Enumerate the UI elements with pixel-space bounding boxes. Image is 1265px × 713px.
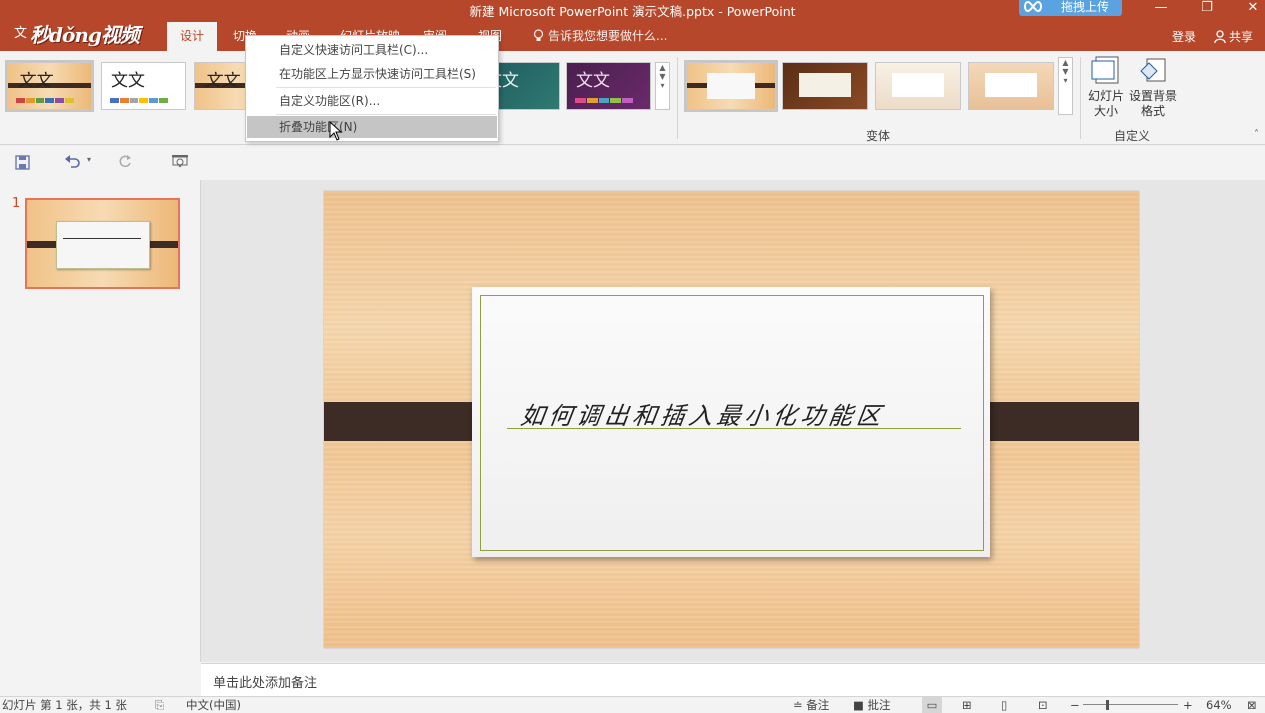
menu-separator: [276, 87, 496, 88]
format-background-button[interactable]: 设置背景格式: [1128, 55, 1178, 119]
title-bar: 新建 Microsoft PowerPoint 演示文稿.pptx - Powe…: [0, 0, 1265, 51]
variant-scroll[interactable]: ▲ ▼ ▾: [1058, 57, 1073, 115]
upload-label: 拖拽上传: [1061, 0, 1110, 14]
theme-sample-text: 文文: [111, 71, 145, 91]
zoom-in-icon[interactable]: +: [1183, 697, 1193, 713]
slide-editor: 如何调出和插入最小化功能区: [201, 180, 1265, 662]
tell-me-text: 告诉我您想要做什么...: [548, 29, 668, 43]
maximize-icon[interactable]: ❐: [1192, 0, 1222, 15]
menu-item-show-qat-above[interactable]: 在功能区上方显示快速访问工具栏(S): [247, 63, 497, 85]
normal-view-icon[interactable]: ▭: [922, 697, 942, 713]
zoom-slider-thumb[interactable]: [1106, 700, 1109, 710]
undo-icon[interactable]: [64, 154, 81, 169]
mouse-cursor-icon: [329, 121, 342, 141]
share-button[interactable]: 共享: [1214, 28, 1253, 45]
reading-view-icon[interactable]: ▯: [1001, 697, 1007, 713]
notes-toggle[interactable]: ≐ 备注: [793, 697, 829, 713]
context-menu: 自定义快速访问工具栏(C)... 在功能区上方显示快速访问工具栏(S) 自定义功…: [245, 35, 499, 142]
save-icon[interactable]: [15, 155, 30, 170]
notes-placeholder: 单击此处添加备注: [213, 676, 318, 691]
spellcheck-icon[interactable]: ⎘: [155, 697, 164, 713]
card-border: 如何调出和插入最小化功能区: [480, 295, 984, 551]
slide-canvas[interactable]: 如何调出和插入最小化功能区: [324, 191, 1139, 648]
minimize-icon[interactable]: —: [1146, 0, 1176, 15]
undo-dropdown-icon[interactable]: ▾: [87, 155, 91, 164]
file-tab[interactable]: 文: [14, 22, 27, 41]
collapse-ribbon-icon[interactable]: ˄: [1254, 129, 1259, 140]
gallery-scroll[interactable]: ▲ ▼ ▾: [655, 62, 670, 110]
group-divider: [1080, 57, 1081, 139]
redo-icon[interactable]: [118, 154, 133, 169]
variants-group-label: 变体: [866, 129, 891, 143]
theme-sample-text: 文文: [17, 71, 51, 91]
menu-item-customize-qat[interactable]: 自定义快速访问工具栏(C)...: [247, 39, 497, 61]
lightbulb-icon: [533, 29, 544, 41]
slide-band-left: [324, 402, 489, 441]
slide-sorter-icon[interactable]: ⊞: [962, 697, 972, 713]
person-icon: [1214, 30, 1226, 44]
close-icon[interactable]: ✕: [1238, 0, 1265, 15]
theme-sample-text: 文文: [204, 71, 238, 91]
title-underline: [507, 428, 961, 429]
language-indicator[interactable]: 中文(中国): [186, 697, 241, 713]
theme-thumbnail[interactable]: 文文: [101, 62, 186, 110]
slideshow-start-icon[interactable]: [171, 154, 189, 170]
zoom-slider[interactable]: [1083, 704, 1178, 705]
zoom-level[interactable]: 64%: [1206, 697, 1232, 713]
menu-item-collapse-ribbon[interactable]: 折叠功能区(N): [247, 116, 497, 138]
slide-thumbnail[interactable]: [25, 198, 180, 289]
variant-thumbnail[interactable]: [875, 62, 961, 110]
zoom-out-icon[interactable]: −: [1070, 697, 1080, 713]
variant-thumbnail[interactable]: [684, 60, 778, 112]
customize-group-label: 自定义: [1114, 129, 1151, 143]
menu-separator: [276, 114, 496, 115]
slide-title[interactable]: 如何调出和插入最小化功能区: [519, 396, 964, 431]
comments-toggle[interactable]: ■ 批注: [853, 697, 891, 713]
slide-band-right: [975, 402, 1139, 441]
variant-thumbnail[interactable]: [968, 62, 1054, 110]
status-bar: 幻灯片 第 1 张，共 1 张 ⎘ 中文(中国) ≐ 备注 ■ 批注 ▭ ⊞ ▯…: [0, 696, 1265, 713]
tab-design[interactable]: 设计: [167, 22, 217, 51]
slide-size-button[interactable]: 幻灯片大小: [1086, 55, 1126, 119]
title-card: 如何调出和插入最小化功能区: [472, 287, 990, 557]
ribbon: 文文 文文 文文 文文 文文 ▲ ▼ ▾ ▲ ▼ ▾ 变体 幻灯片大小 设置背景…: [0, 51, 1265, 145]
tell-me-search[interactable]: 告诉我您想要做什么...: [533, 22, 667, 51]
brand-watermark: 秒dǒng视频: [30, 23, 140, 47]
paint-bucket-icon: [1140, 58, 1166, 82]
upload-button[interactable]: 拖拽上传: [1019, 0, 1122, 16]
group-divider: [677, 57, 678, 139]
menu-item-customize-ribbon[interactable]: 自定义功能区(R)...: [247, 90, 497, 112]
theme-sample-text: 文文: [576, 71, 610, 91]
theme-thumbnail[interactable]: 文文: [566, 62, 651, 110]
format-background-label: 设置背景格式: [1128, 89, 1177, 118]
infinity-icon: [1024, 0, 1042, 13]
slide-thumbnail-pane: 1: [0, 180, 201, 662]
theme-thumbnail[interactable]: 文文: [5, 60, 94, 112]
variant-thumbnail[interactable]: [782, 62, 868, 110]
quick-access-toolbar: ▾: [0, 145, 1265, 180]
signin-link[interactable]: 登录: [1172, 28, 1196, 45]
slideshow-view-icon[interactable]: ⊡: [1038, 697, 1048, 713]
slide-number: 1: [12, 196, 21, 211]
share-label: 共享: [1229, 30, 1254, 44]
notes-pane[interactable]: 单击此处添加备注: [201, 663, 1265, 696]
slide-count: 幻灯片 第 1 张，共 1 张: [2, 698, 127, 712]
slide-size-label: 幻灯片大小: [1087, 89, 1124, 118]
slide-size-icon: [1091, 56, 1119, 84]
fit-slide-icon[interactable]: ⊠: [1247, 697, 1257, 713]
